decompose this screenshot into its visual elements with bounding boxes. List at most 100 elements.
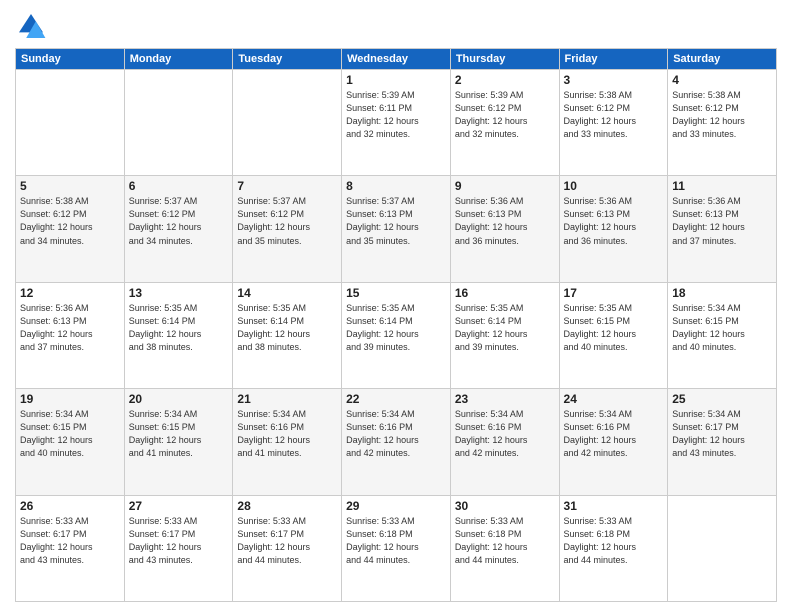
day-info: Sunrise: 5:39 AM Sunset: 6:12 PM Dayligh… (455, 89, 555, 141)
calendar-day: 15 Sunrise: 5:35 AM Sunset: 6:14 PM Dayli… (342, 282, 451, 388)
day-info: Sunrise: 5:33 AM Sunset: 6:17 PM Dayligh… (237, 515, 337, 567)
day-number: 27 (129, 499, 229, 513)
day-info: Sunrise: 5:35 AM Sunset: 6:14 PM Dayligh… (237, 302, 337, 354)
calendar-week-row: 19 Sunrise: 5:34 AM Sunset: 6:15 PM Dayli… (16, 389, 777, 495)
calendar-day: 27Sunrise: 5:33 AM Sunset: 6:17 PM Dayli… (124, 495, 233, 601)
day-number: 23 (455, 392, 555, 406)
calendar-day: 19 Sunrise: 5:34 AM Sunset: 6:15 PM Dayli… (16, 389, 125, 495)
day-number: 24 (564, 392, 664, 406)
weekday-header: Tuesday (233, 49, 342, 70)
day-number: 28 (237, 499, 337, 513)
day-number: 10 (564, 179, 664, 193)
calendar-week-row: 26 Sunrise: 5:33 AM Sunset: 6:17 PM Dayli… (16, 495, 777, 601)
calendar-day: 14 Sunrise: 5:35 AM Sunset: 6:14 PM Dayli… (233, 282, 342, 388)
day-info: Sunrise: 5:34 AM Sunset: 6:15 PM Dayligh… (129, 408, 229, 460)
day-number: 11 (672, 179, 772, 193)
weekday-header: Sunday (16, 49, 125, 70)
header (15, 10, 777, 42)
day-info: Sunrise: 5:36 AM Sunset: 6:13 PM Dayligh… (672, 195, 772, 247)
day-info: Sunrise: 5:35 AM Sunset: 6:14 PM Dayligh… (455, 302, 555, 354)
day-info: Sunrise: 5:36 AM Sunset: 6:13 PM Dayligh… (20, 302, 120, 354)
day-info: Sunrise: 5:34 AM Sunset: 6:16 PM Dayligh… (455, 408, 555, 460)
day-info: Sunrise: 5:36 AM Sunset: 6:13 PM Dayligh… (455, 195, 555, 247)
day-number: 6 (129, 179, 229, 193)
calendar-week-row: 12 Sunrise: 5:36 AM Sunset: 6:13 PM Dayli… (16, 282, 777, 388)
calendar-day (668, 495, 777, 601)
calendar-day: 23 Sunrise: 5:34 AM Sunset: 6:16 PM Dayli… (450, 389, 559, 495)
calendar-day (124, 70, 233, 176)
calendar-day: 18 Sunrise: 5:34 AM Sunset: 6:15 PM Dayli… (668, 282, 777, 388)
day-info: Sunrise: 5:39 AM Sunset: 6:11 PM Dayligh… (346, 89, 446, 141)
day-number: 25 (672, 392, 772, 406)
calendar-day: 22Sunrise: 5:34 AM Sunset: 6:16 PM Dayli… (342, 389, 451, 495)
calendar-day: 10 Sunrise: 5:36 AM Sunset: 6:13 PM Dayli… (559, 176, 668, 282)
calendar-week-row: 5Sunrise: 5:38 AM Sunset: 6:12 PM Daylig… (16, 176, 777, 282)
day-info: Sunrise: 5:38 AM Sunset: 6:12 PM Dayligh… (672, 89, 772, 141)
day-number: 12 (20, 286, 120, 300)
calendar-day: 31 Sunrise: 5:33 AM Sunset: 6:18 PM Dayli… (559, 495, 668, 601)
day-info: Sunrise: 5:34 AM Sunset: 6:15 PM Dayligh… (672, 302, 772, 354)
day-number: 20 (129, 392, 229, 406)
day-number: 2 (455, 73, 555, 87)
calendar-day: 11 Sunrise: 5:36 AM Sunset: 6:13 PM Dayli… (668, 176, 777, 282)
calendar-day: 20 Sunrise: 5:34 AM Sunset: 6:15 PM Dayli… (124, 389, 233, 495)
day-info: Sunrise: 5:33 AM Sunset: 6:18 PM Dayligh… (564, 515, 664, 567)
day-info: Sunrise: 5:34 AM Sunset: 6:16 PM Dayligh… (346, 408, 446, 460)
header-row: SundayMondayTuesdayWednesdayThursdayFrid… (16, 49, 777, 70)
day-number: 3 (564, 73, 664, 87)
calendar: SundayMondayTuesdayWednesdayThursdayFrid… (15, 48, 777, 602)
page: SundayMondayTuesdayWednesdayThursdayFrid… (0, 0, 792, 612)
calendar-day: 21Sunrise: 5:34 AM Sunset: 6:16 PM Dayli… (233, 389, 342, 495)
calendar-day: 4Sunrise: 5:38 AM Sunset: 6:12 PM Daylig… (668, 70, 777, 176)
day-number: 1 (346, 73, 446, 87)
day-number: 26 (20, 499, 120, 513)
calendar-day: 17 Sunrise: 5:35 AM Sunset: 6:15 PM Dayli… (559, 282, 668, 388)
day-info: Sunrise: 5:34 AM Sunset: 6:17 PM Dayligh… (672, 408, 772, 460)
calendar-day: 5Sunrise: 5:38 AM Sunset: 6:12 PM Daylig… (16, 176, 125, 282)
day-number: 18 (672, 286, 772, 300)
day-info: Sunrise: 5:37 AM Sunset: 6:12 PM Dayligh… (129, 195, 229, 247)
calendar-day: 1 Sunrise: 5:39 AM Sunset: 6:11 PM Daylig… (342, 70, 451, 176)
day-number: 14 (237, 286, 337, 300)
day-number: 21 (237, 392, 337, 406)
weekday-header: Friday (559, 49, 668, 70)
calendar-day: 24Sunrise: 5:34 AM Sunset: 6:16 PM Dayli… (559, 389, 668, 495)
calendar-day: 3 Sunrise: 5:38 AM Sunset: 6:12 PM Daylig… (559, 70, 668, 176)
day-number: 19 (20, 392, 120, 406)
day-number: 17 (564, 286, 664, 300)
day-number: 13 (129, 286, 229, 300)
day-number: 29 (346, 499, 446, 513)
weekday-header: Thursday (450, 49, 559, 70)
calendar-day: 29Sunrise: 5:33 AM Sunset: 6:18 PM Dayli… (342, 495, 451, 601)
weekday-header: Wednesday (342, 49, 451, 70)
calendar-day: 2 Sunrise: 5:39 AM Sunset: 6:12 PM Daylig… (450, 70, 559, 176)
calendar-day (16, 70, 125, 176)
day-number: 31 (564, 499, 664, 513)
day-info: Sunrise: 5:37 AM Sunset: 6:13 PM Dayligh… (346, 195, 446, 247)
day-number: 15 (346, 286, 446, 300)
day-info: Sunrise: 5:34 AM Sunset: 6:15 PM Dayligh… (20, 408, 120, 460)
calendar-day: 25 Sunrise: 5:34 AM Sunset: 6:17 PM Dayli… (668, 389, 777, 495)
calendar-day: 30 Sunrise: 5:33 AM Sunset: 6:18 PM Dayli… (450, 495, 559, 601)
day-info: Sunrise: 5:38 AM Sunset: 6:12 PM Dayligh… (564, 89, 664, 141)
day-info: Sunrise: 5:38 AM Sunset: 6:12 PM Dayligh… (20, 195, 120, 247)
calendar-day: 6 Sunrise: 5:37 AM Sunset: 6:12 PM Daylig… (124, 176, 233, 282)
logo-icon (15, 10, 47, 42)
calendar-day: 7Sunrise: 5:37 AM Sunset: 6:12 PM Daylig… (233, 176, 342, 282)
calendar-day (233, 70, 342, 176)
day-number: 7 (237, 179, 337, 193)
calendar-day: 13Sunrise: 5:35 AM Sunset: 6:14 PM Dayli… (124, 282, 233, 388)
day-info: Sunrise: 5:35 AM Sunset: 6:15 PM Dayligh… (564, 302, 664, 354)
weekday-header: Saturday (668, 49, 777, 70)
day-info: Sunrise: 5:33 AM Sunset: 6:18 PM Dayligh… (455, 515, 555, 567)
calendar-day: 26Sunrise: 5:33 AM Sunset: 6:17 PM Dayli… (16, 495, 125, 601)
logo (15, 10, 51, 42)
calendar-day: 9 Sunrise: 5:36 AM Sunset: 6:13 PM Daylig… (450, 176, 559, 282)
day-number: 30 (455, 499, 555, 513)
day-info: Sunrise: 5:35 AM Sunset: 6:14 PM Dayligh… (346, 302, 446, 354)
calendar-day: 8Sunrise: 5:37 AM Sunset: 6:13 PM Daylig… (342, 176, 451, 282)
day-number: 9 (455, 179, 555, 193)
day-info: Sunrise: 5:36 AM Sunset: 6:13 PM Dayligh… (564, 195, 664, 247)
calendar-day: 12 Sunrise: 5:36 AM Sunset: 6:13 PM Dayli… (16, 282, 125, 388)
calendar-day: 28 Sunrise: 5:33 AM Sunset: 6:17 PM Dayli… (233, 495, 342, 601)
